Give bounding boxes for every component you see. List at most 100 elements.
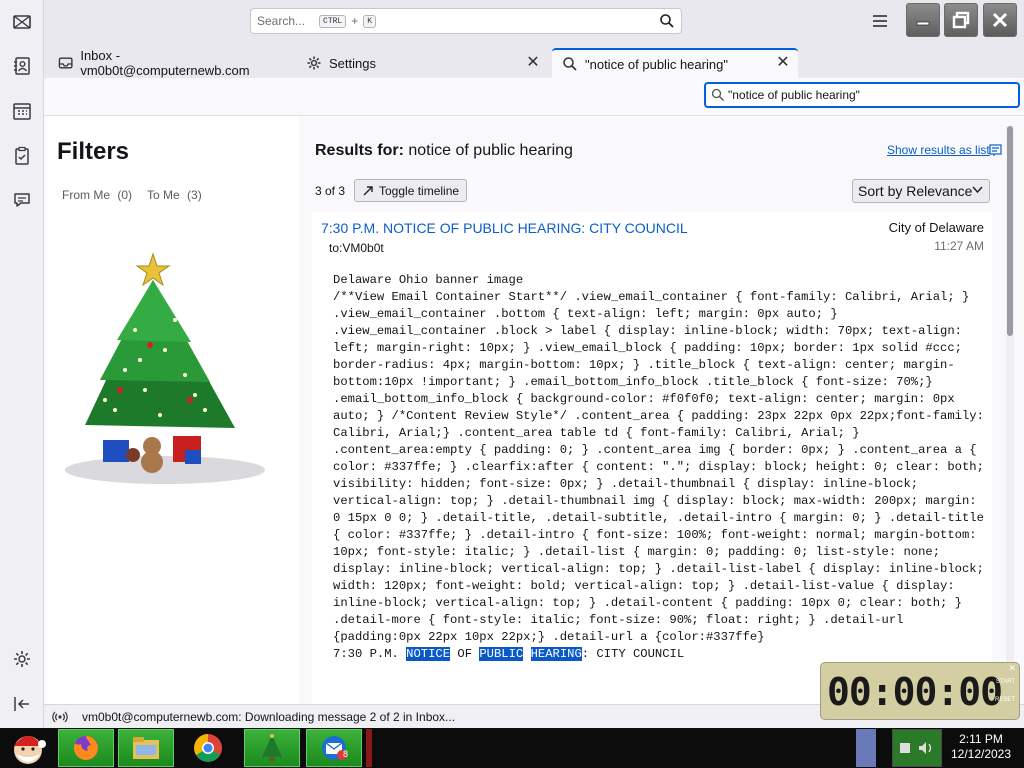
stopwatch-widget: 00:00:00 START RESET ✕ [820, 662, 1020, 720]
tab-search-label: "notice of public hearing" [585, 56, 728, 72]
tab-inbox-label: Inbox - vm0b0t@computernewb.com [80, 48, 250, 78]
facet-from-me[interactable]: From Me (0) [62, 188, 132, 202]
show-results-as-list-link[interactable]: Show results as list [887, 143, 990, 157]
gear-icon [307, 56, 321, 70]
message-snippet: Delaware Ohio banner image /**View Email… [333, 272, 988, 663]
facet-to-me[interactable]: To Me (3) [147, 188, 202, 202]
results-count: 3 of 3 [315, 184, 346, 198]
taskbar: 8 2:11 PM 12/12/2023 [0, 728, 1024, 768]
address-book-icon[interactable] [8, 52, 36, 80]
facet-to-me-count: (3) [187, 188, 202, 202]
search-placeholder: Search... [257, 14, 306, 28]
chat-icon[interactable] [8, 186, 36, 214]
highlight-hearing: HEARING [530, 647, 582, 661]
santa-start-icon [14, 736, 46, 764]
facet-from-me-count: (0) [117, 188, 133, 202]
app-menu-icon[interactable] [870, 12, 890, 30]
minimize-button[interactable] [906, 3, 940, 37]
firefox-icon [73, 736, 98, 760]
global-search-input[interactable]: Search... CTRL + K [250, 8, 682, 34]
taskbar-clock[interactable]: 2:11 PM 12/12/2023 [944, 732, 1018, 762]
message-time: 11:27 AM [934, 239, 984, 253]
highlight-notice: NOTICE [406, 647, 451, 661]
message-sender[interactable]: City of Delaware [889, 220, 984, 235]
close-window-button[interactable] [983, 3, 1017, 37]
snippet-subject-line: 7:30 P.M. NOTICE OF PUBLIC HEARING: CITY… [333, 646, 988, 663]
tray-network-icon[interactable] [856, 729, 876, 767]
restore-icon [952, 11, 970, 29]
taskbar-chrome[interactable] [178, 729, 238, 767]
folder-icon [133, 737, 159, 759]
start-button[interactable] [2, 729, 54, 767]
settings-gear-icon[interactable] [8, 645, 36, 673]
inbox-icon [58, 57, 73, 69]
search-icon[interactable] [659, 13, 675, 29]
thunderbird-badge: 8 [343, 749, 349, 759]
tab-inbox[interactable]: Inbox - vm0b0t@computernewb.com [48, 48, 294, 78]
tab-settings-label: Settings [329, 55, 376, 71]
spaces-toolbar [0, 0, 44, 728]
shortcut-key-ctrl: CTRL [319, 14, 347, 28]
message-result-card[interactable]: 7:30 P.M. NOTICE OF PUBLIC HEARING: CITY… [312, 212, 992, 704]
toggle-timeline-label: Toggle timeline [379, 183, 460, 198]
sort-dropdown[interactable]: Sort by Relevance [852, 179, 990, 203]
snippet-time: 7:30 P.M. [333, 647, 399, 661]
collapse-toolbar-icon[interactable] [8, 690, 36, 718]
message-subject-link[interactable]: 7:30 P.M. NOTICE OF PUBLIC HEARING: CITY… [321, 220, 688, 236]
results-scrollbar[interactable] [1006, 126, 1014, 704]
taskbar-christmas-tree-app[interactable] [244, 729, 300, 767]
tab-search-results[interactable]: "notice of public hearing" [552, 48, 798, 78]
clock-time: 2:11 PM [959, 732, 1003, 746]
activity-signal-icon[interactable] [52, 710, 68, 724]
results-heading: Results for: notice of public hearing [315, 142, 573, 160]
list-view-icon[interactable] [989, 144, 1002, 157]
message-recipient: to:VM0b0t [329, 241, 384, 255]
christmas-tree-image [65, 252, 265, 484]
calendar-icon[interactable] [8, 97, 36, 125]
results-pane: Results for: notice of public hearing Sh… [300, 116, 1016, 704]
filters-title: Filters [57, 138, 130, 165]
minimize-icon [916, 21, 930, 26]
search-messages-value: "notice of public hearing" [728, 88, 860, 102]
mail-space-icon[interactable] [8, 8, 36, 36]
tray-icons[interactable] [892, 729, 942, 767]
results-heading-query: notice of public hearing [408, 142, 573, 159]
facet-to-me-label: To Me [147, 188, 180, 202]
snippet-line-banner: Delaware Ohio banner image [333, 273, 524, 287]
sort-label: Sort by Relevance [858, 183, 973, 199]
filters-pane: Filters From Me (0) To Me (3) [45, 116, 299, 704]
status-text: vm0b0t@computernewb.com: Downloading mes… [82, 709, 456, 724]
chevron-down-icon [972, 184, 983, 198]
thunderbird-window: Search... CTRL + K Inbox - vm0b0t@comput… [0, 0, 1024, 728]
stopwatch-reset-button[interactable]: RESET [995, 697, 1015, 703]
facet-from-me-label: From Me [62, 188, 110, 202]
tray-volume-icon [900, 742, 932, 754]
snippet-rest: : CITY COUNCIL [581, 647, 685, 661]
taskbar-divider [366, 729, 372, 767]
christmas-tree-icon [262, 734, 282, 761]
title-bar: Search... CTRL + K [44, 0, 1024, 42]
tab-bar: Inbox - vm0b0t@computernewb.com Settings… [44, 42, 1024, 78]
search-messages-input[interactable]: "notice of public hearing" [704, 82, 1020, 108]
restore-button[interactable] [944, 3, 978, 37]
search-icon [711, 88, 725, 102]
taskbar-firefox[interactable] [58, 729, 114, 767]
tasks-icon[interactable] [8, 142, 36, 170]
tab-settings[interactable]: Settings [296, 48, 544, 78]
chrome-icon [194, 734, 222, 762]
taskbar-file-explorer[interactable] [118, 729, 174, 767]
search-toolbar: "notice of public hearing" [44, 78, 1024, 116]
stopwatch-start-button[interactable]: START [996, 679, 1015, 685]
snippet-css-text: /**View Email Container Start**/ .view_e… [333, 290, 984, 644]
stopwatch-close-icon[interactable]: ✕ [1008, 663, 1016, 674]
close-settings-tab-icon[interactable]: ✕ [526, 55, 540, 71]
shortcut-plus: + [351, 14, 359, 28]
taskbar-thunderbird[interactable]: 8 [306, 729, 362, 767]
snippet-word-of: OF [457, 647, 473, 661]
results-heading-prefix: Results for: [315, 142, 404, 159]
clock-date: 12/12/2023 [950, 747, 1012, 761]
toggle-timeline-button[interactable]: Toggle timeline [354, 179, 468, 202]
close-search-tab-icon[interactable]: ✕ [776, 55, 790, 71]
close-icon [992, 12, 1008, 28]
scrollbar-thumb[interactable] [1007, 126, 1013, 336]
